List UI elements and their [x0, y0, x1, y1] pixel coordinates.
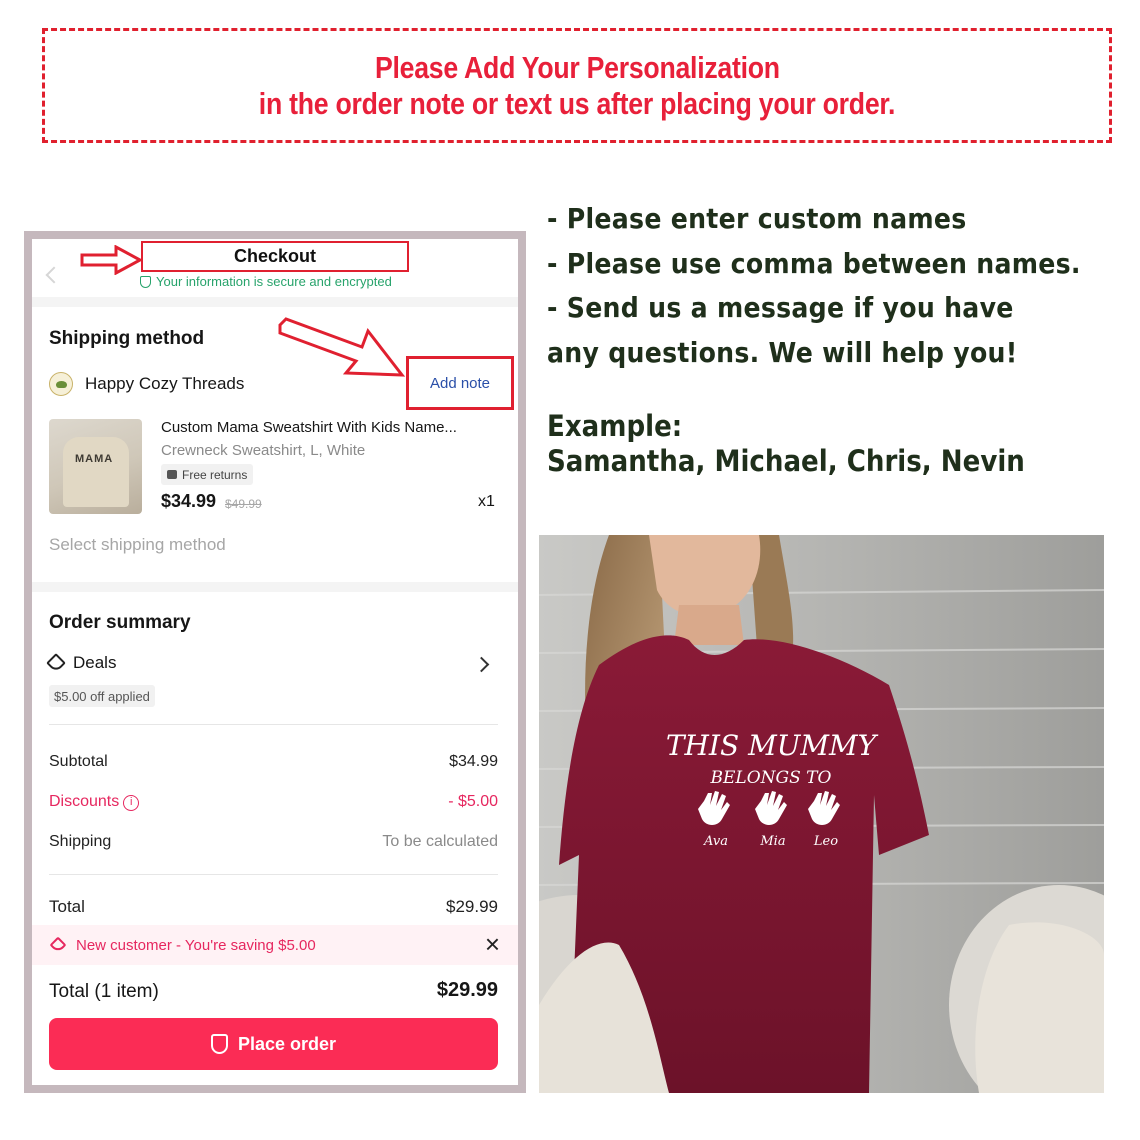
shirt-print-line-2: BELONGS TO — [710, 768, 832, 788]
section-divider — [32, 582, 518, 592]
secure-notice: Your information is secure and encrypted — [140, 274, 392, 289]
deals-label: Deals — [73, 653, 117, 672]
arrow-to-checkout-icon — [80, 245, 142, 275]
shipping-method-title: Shipping method — [49, 328, 205, 349]
shipping-value: To be calculated — [382, 833, 498, 850]
discounts-value: - $5.00 — [448, 793, 498, 810]
secure-text: Your information is secure and encrypted — [156, 274, 392, 289]
shield-check-icon — [140, 275, 151, 288]
subtotal-label: Subtotal — [49, 753, 108, 770]
checkout-title: Checkout — [141, 241, 409, 272]
instruction-line-4: any questions. We will help you! — [547, 335, 1018, 369]
deals-applied-badge: $5.00 off applied — [49, 685, 155, 707]
back-chevron-icon[interactable] — [45, 266, 63, 284]
instruction-line-3: - Send us a message if you have — [547, 291, 1014, 324]
banner-line-2: in the order note or text us after placi… — [258, 85, 896, 121]
place-order-label: Place order — [237, 1033, 337, 1054]
product-photo: THIS MUMMY BELONGS TO Ava Mia Leo — [539, 535, 1104, 1093]
order-summary-title: Order summary — [49, 612, 191, 633]
instructions: - Please enter custom names - Please use… — [547, 197, 1140, 375]
example-names: Samantha, Michael, Chris, Nevin — [547, 444, 1025, 478]
shield-icon — [210, 1034, 228, 1054]
shirt-name-3: Leo — [813, 834, 838, 849]
discounts-label: Discounts — [49, 793, 120, 810]
place-order-button[interactable]: Place order — [49, 1018, 498, 1070]
add-note-label: Add note — [429, 374, 491, 392]
chevron-right-icon[interactable] — [473, 656, 490, 673]
shop-name: Happy Cozy Threads — [85, 374, 245, 393]
divider — [49, 724, 498, 725]
example-label: Example: — [547, 409, 683, 443]
tag-icon — [46, 653, 66, 673]
divider — [49, 874, 498, 875]
product-quantity: x1 — [478, 493, 495, 510]
product-variant: Crewneck Sweatshirt, L, White — [161, 442, 366, 459]
return-box-icon — [167, 470, 177, 479]
section-divider — [32, 297, 518, 307]
close-icon[interactable]: × — [485, 930, 500, 958]
personalization-banner: Please Add Your Personalization in the o… — [42, 28, 1112, 143]
instruction-line-2: - Please use comma between names. — [547, 246, 1081, 280]
shop-row: Happy Cozy Threads — [49, 372, 244, 396]
discounts-row[interactable]: Discounts i — [49, 793, 140, 811]
free-returns-badge: Free returns — [161, 464, 254, 485]
shirt-print-line-1: THIS MUMMY — [666, 729, 879, 762]
product-title[interactable]: Custom Mama Sweatshirt With Kids Name... — [161, 419, 457, 436]
product-thumbnail[interactable]: MAMA — [49, 419, 142, 514]
info-icon[interactable]: i — [123, 795, 140, 811]
select-shipping-method[interactable]: Select shipping method — [49, 535, 226, 555]
total-value: $29.99 — [446, 897, 498, 916]
shirt-model-illustration: THIS MUMMY BELONGS TO Ava Mia Leo — [539, 535, 1104, 1093]
checkout-screen: Checkout Your information is secure and … — [32, 239, 518, 1085]
checkout-screenshot-frame: Checkout Your information is secure and … — [24, 231, 526, 1093]
product-price: $34.99 — [161, 491, 217, 511]
thumbnail-print-text: MAMA — [75, 453, 114, 465]
saving-text: New customer - You're saving $5.00 — [76, 936, 316, 954]
free-returns-label: Free returns — [182, 467, 248, 482]
banner-line-1: Please Add Your Personalization — [374, 49, 780, 85]
deals-row[interactable]: Deals — [46, 653, 117, 673]
tag-icon — [49, 936, 67, 954]
shop-logo — [49, 372, 73, 396]
product-old-price: $49.99 — [225, 497, 262, 511]
subtotal-value: $34.99 — [449, 753, 498, 770]
shirt-name-1: Ava — [703, 834, 728, 849]
new-customer-saving-banner: New customer - You're saving $5.00 × — [32, 925, 518, 965]
add-note-button[interactable]: Add note — [406, 356, 514, 410]
total-label: Total — [49, 897, 85, 916]
example-block: Example: Samantha, Michael, Chris, Nevin — [547, 409, 1078, 479]
shipping-label: Shipping — [49, 833, 112, 850]
shirt-name-2: Mia — [759, 834, 785, 849]
instruction-line-1: - Please enter custom names — [547, 202, 967, 235]
total-items-label: Total (1 item) — [49, 981, 159, 1002]
total-items-value: $29.99 — [436, 979, 498, 1001]
arrow-to-add-note-icon — [278, 317, 406, 377]
